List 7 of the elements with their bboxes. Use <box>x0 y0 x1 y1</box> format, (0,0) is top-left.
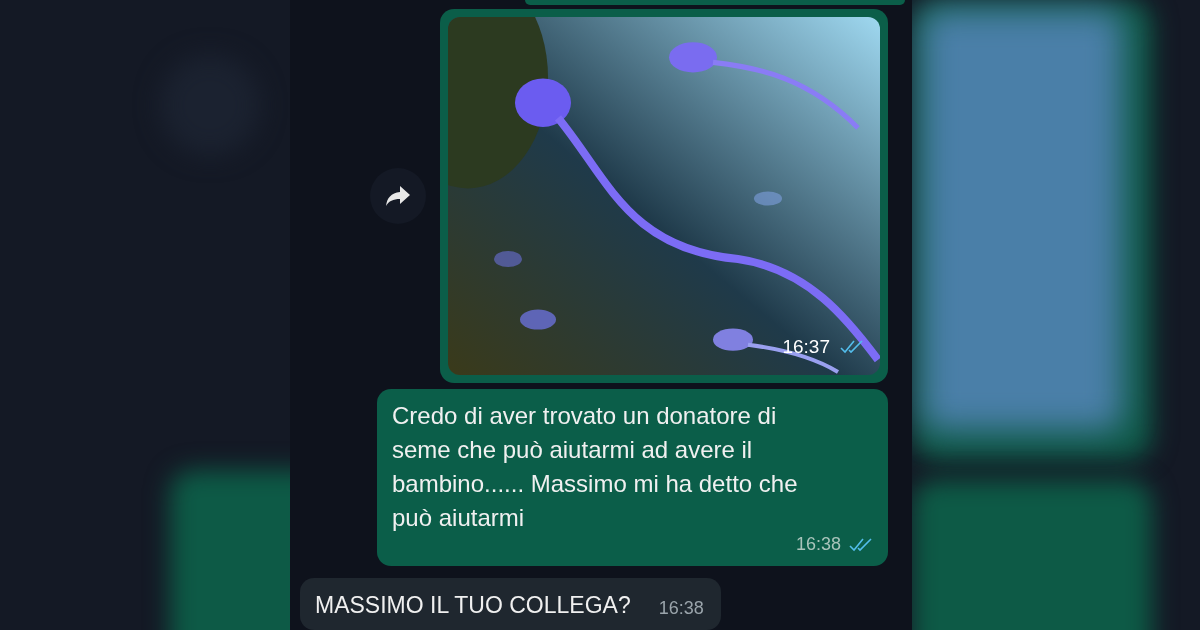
message-time: 16:38 <box>795 533 841 556</box>
image-message[interactable]: 16:37 <box>440 9 888 383</box>
message-text: MASSIMO IL TUO COLLEGA? <box>315 591 631 620</box>
message-text: Credo di aver trovato un donatore di seme che può aiutarmi ad avere il bambino...... Massimo mi ha detto che può aiutarmi <box>392 401 799 533</box>
message-time: 16:37 <box>782 334 830 359</box>
forward-icon <box>384 184 412 208</box>
message-time: 16:38 <box>658 597 704 620</box>
